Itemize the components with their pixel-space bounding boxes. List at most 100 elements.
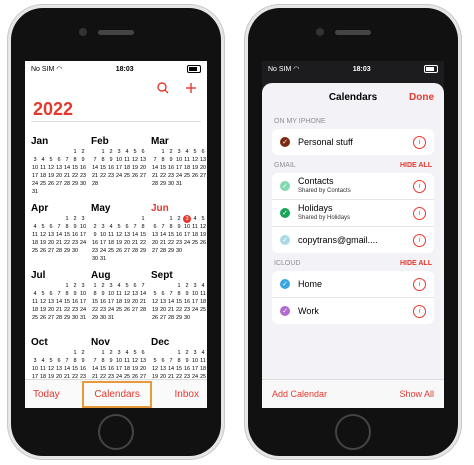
day-cell: 5 bbox=[201, 216, 205, 222]
day-cell: 12 bbox=[123, 291, 131, 297]
day-cell: 4 bbox=[185, 149, 189, 155]
day-cell: 1 bbox=[101, 149, 105, 155]
day-cell: 20 bbox=[199, 165, 207, 171]
checkmark-icon[interactable]: ✓ bbox=[280, 137, 290, 147]
day-cell: 20 bbox=[131, 299, 139, 305]
day-cell: 3 bbox=[183, 215, 191, 223]
day-cell: 15 bbox=[99, 366, 107, 372]
month-jan[interactable]: Jan 1 2 3 4 5 6 7 8 9 10 11 12 13 14 15 16 17 18 19 20 21 22 23… bbox=[31, 136, 87, 198]
day-cell: 18 bbox=[199, 366, 207, 372]
day-cell: 16 bbox=[71, 232, 79, 238]
hide-all-button[interactable]: HIDE ALL bbox=[400, 260, 432, 267]
day-cell bbox=[167, 282, 175, 290]
day-cell: 19 bbox=[39, 307, 47, 313]
day-cell: 13 bbox=[199, 157, 207, 163]
hide-all-button[interactable]: HIDE ALL bbox=[400, 162, 432, 169]
day-cell: 25 bbox=[31, 315, 39, 321]
day-cell: 17 bbox=[79, 232, 87, 238]
day-cell: 28 bbox=[159, 248, 167, 254]
info-icon[interactable]: i bbox=[413, 206, 426, 220]
search-icon[interactable] bbox=[157, 82, 169, 94]
day-cell: 14 bbox=[151, 165, 159, 171]
month-jun[interactable]: Jun 1 2 3 4 5 6 7 8 9 10 11 12 13 14 15 16 17 18 19 20 21 22 23… bbox=[151, 203, 207, 265]
add-calendar-button[interactable]: Add Calendar bbox=[272, 389, 327, 399]
day-cell: 7 bbox=[65, 157, 69, 163]
calendar-row[interactable]: ✓ Contacts Shared by Contacts i bbox=[272, 173, 434, 199]
month-sept[interactable]: Sept 1 2 3 4 5 6 7 8 9 10 11 12 13 14 15 16 17 18 19 20 21 22 2… bbox=[151, 270, 207, 332]
day-cell: 2 bbox=[185, 283, 189, 289]
day-cell: 10 bbox=[115, 358, 123, 364]
day-cell: 16 bbox=[183, 366, 191, 372]
sheet-title: Calendars bbox=[328, 91, 378, 103]
month-days: 1234567891011121314151617181920212223242… bbox=[151, 282, 207, 322]
day-cell: 30 bbox=[71, 315, 79, 321]
calendar-name: Holidays bbox=[298, 203, 333, 213]
checkmark-icon[interactable]: ✓ bbox=[280, 208, 290, 218]
wifi-icon: ◠ bbox=[56, 66, 63, 73]
done-button[interactable]: Done bbox=[409, 92, 434, 103]
day-cell: 8 bbox=[177, 358, 181, 364]
checkmark-icon[interactable]: ✓ bbox=[280, 306, 290, 316]
calendar-row[interactable]: ✓ Personal stuff i bbox=[272, 129, 434, 155]
calendar-row[interactable]: ✓ copytrans@gmail.... i bbox=[272, 226, 434, 253]
day-cell: 19 bbox=[151, 307, 159, 313]
month-may[interactable]: May 1 2 3 4 5 6 7 8 9 10 11 12 13 14 15 16 17 18 19 20 21 22 23… bbox=[91, 203, 147, 265]
info-icon[interactable]: i bbox=[413, 135, 426, 149]
day-cell: 2 bbox=[73, 283, 77, 289]
month-feb[interactable]: Feb 1 2 3 4 5 6 7 8 9 10 11 12 13 14 15 16 17 18 19 20 21 22 23… bbox=[91, 136, 147, 198]
day-cell: 25 bbox=[191, 240, 199, 246]
day-cell bbox=[39, 282, 47, 290]
checkmark-icon[interactable]: ✓ bbox=[280, 279, 290, 289]
day-cell: 2 bbox=[185, 350, 189, 356]
day-cell: 9 bbox=[73, 224, 77, 230]
info-icon[interactable]: i bbox=[413, 277, 426, 291]
checkmark-icon[interactable]: ✓ bbox=[280, 181, 290, 191]
day-cell: 20 bbox=[139, 366, 147, 372]
home-button[interactable] bbox=[98, 414, 134, 450]
day-cell: 6 bbox=[125, 224, 129, 230]
month-row: Jul 1 2 3 4 5 6 7 8 9 10 11 12 13 14 15 16 17 18 19 20 21 22 23… bbox=[31, 270, 206, 332]
day-cell: 3 bbox=[109, 283, 113, 289]
day-cell: 6 bbox=[57, 358, 61, 364]
calendar-subtitle: Shared by Holidays bbox=[298, 215, 351, 221]
day-cell: 13 bbox=[159, 299, 167, 305]
calendar-row[interactable]: ✓ Work i bbox=[272, 297, 434, 324]
month-aug[interactable]: Aug 1 2 3 4 5 6 7 8 9 10 11 12 13 14 15 16 17 18 19 20 21 22 23… bbox=[91, 270, 147, 332]
month-jul[interactable]: Jul 1 2 3 4 5 6 7 8 9 10 11 12 13 14 15 16 17 18 19 20 21 22 23… bbox=[31, 270, 87, 332]
day-cell: 15 bbox=[159, 165, 167, 171]
section-header: GMAIL HIDE ALL bbox=[262, 159, 444, 171]
day-cell: 23 bbox=[71, 240, 79, 246]
day-cell: 6 bbox=[161, 291, 165, 297]
today-button[interactable]: Today bbox=[33, 389, 60, 400]
month-mar[interactable]: Mar 1 2 3 4 5 6 7 8 9 10 11 12 13 14 15 16 17 18 19 20 21 22 23… bbox=[151, 136, 207, 198]
calendar-name-block: Contacts Shared by Contacts bbox=[298, 176, 413, 196]
add-event-icon[interactable] bbox=[185, 82, 197, 94]
home-button[interactable] bbox=[335, 414, 371, 450]
calendar-group: ✓ Contacts Shared by Contacts i ✓ Holidays Sha… bbox=[272, 173, 434, 253]
inbox-button[interactable]: Inbox bbox=[175, 389, 199, 400]
day-cell: 8 bbox=[65, 291, 69, 297]
calendar-row[interactable]: ✓ Home i bbox=[272, 271, 434, 297]
show-all-button[interactable]: Show All bbox=[399, 389, 434, 399]
info-icon[interactable]: i bbox=[413, 179, 426, 193]
day-cell: 9 bbox=[81, 157, 85, 163]
battery-icon bbox=[424, 65, 438, 73]
calendars-button[interactable]: Calendars bbox=[82, 380, 152, 408]
month-apr[interactable]: Apr 1 2 3 4 5 6 7 8 9 10 11 12 13 14 15 16 17 18 19 20 21 22 23… bbox=[31, 203, 87, 265]
day-cell: 8 bbox=[101, 157, 105, 163]
info-icon[interactable]: i bbox=[413, 304, 426, 318]
day-cell: 21 bbox=[139, 299, 147, 305]
calendar-row[interactable]: ✓ Holidays Shared by Holidays i bbox=[272, 199, 434, 226]
day-cell: 21 bbox=[91, 173, 99, 179]
day-cell: 9 bbox=[177, 224, 181, 230]
month-days: 1234567891011121314151617181920212223242… bbox=[91, 282, 147, 322]
day-cell: 11 bbox=[192, 224, 198, 230]
info-icon[interactable]: i bbox=[413, 233, 426, 247]
day-cell: 4 bbox=[125, 149, 129, 155]
day-cell: 27 bbox=[139, 173, 147, 179]
day-cell: 21 bbox=[159, 240, 167, 246]
day-cell: 22 bbox=[63, 240, 71, 246]
section-header: ICLOUD HIDE ALL bbox=[262, 257, 444, 269]
checkmark-icon[interactable]: ✓ bbox=[280, 235, 290, 245]
day-cell: 17 bbox=[107, 299, 115, 305]
